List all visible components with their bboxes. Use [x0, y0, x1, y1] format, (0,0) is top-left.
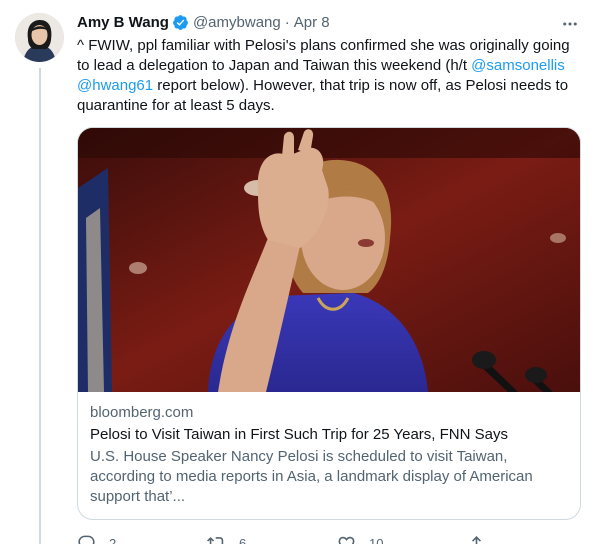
card-image[interactable] [78, 128, 580, 392]
like-button[interactable]: 10 [337, 534, 467, 544]
more-icon[interactable] [561, 15, 579, 33]
retweet-button[interactable]: 6 [207, 534, 337, 544]
author-name[interactable]: Amy B Wang [77, 14, 169, 31]
author-handle[interactable]: @amybwang [193, 14, 281, 31]
mention-link[interactable]: @hwang61 [77, 77, 153, 94]
avatar[interactable] [15, 13, 64, 62]
tweet-header: Amy B Wang @amybwang · Apr 8 [77, 11, 581, 33]
link-card[interactable]: bloomberg.com Pelosi to Visit Taiwan in … [77, 127, 581, 520]
tweet[interactable]: Amy B Wang @amybwang · Apr 8 ^ FWIW, ppl… [77, 11, 581, 544]
reply-button[interactable]: 2 [77, 534, 207, 544]
reply-count: 2 [109, 536, 117, 544]
share-icon [467, 534, 486, 544]
tweet-text: ^ FWIW, ppl familiar with Pelosi's plans… [77, 36, 585, 116]
like-icon [337, 534, 356, 544]
reply-icon [77, 534, 96, 544]
like-count: 10 [369, 536, 384, 544]
mention-link[interactable]: @samsonellis [471, 57, 565, 74]
tweet-date[interactable]: Apr 8 [294, 14, 330, 31]
card-description: U.S. House Speaker Nancy Pelosi is sched… [90, 448, 533, 505]
thread-line [39, 68, 41, 544]
retweet-count: 6 [239, 536, 247, 544]
separator-dot: · [284, 13, 290, 31]
tweet-actions: 2 6 10 [77, 534, 517, 544]
verified-badge-icon [172, 14, 189, 31]
share-button[interactable] [467, 534, 499, 544]
card-body: bloomberg.com Pelosi to Visit Taiwan in … [78, 392, 580, 519]
card-title[interactable]: Pelosi to Visit Taiwan in First Such Tri… [90, 425, 568, 445]
retweet-icon [207, 534, 226, 544]
card-domain: bloomberg.com [90, 404, 194, 421]
